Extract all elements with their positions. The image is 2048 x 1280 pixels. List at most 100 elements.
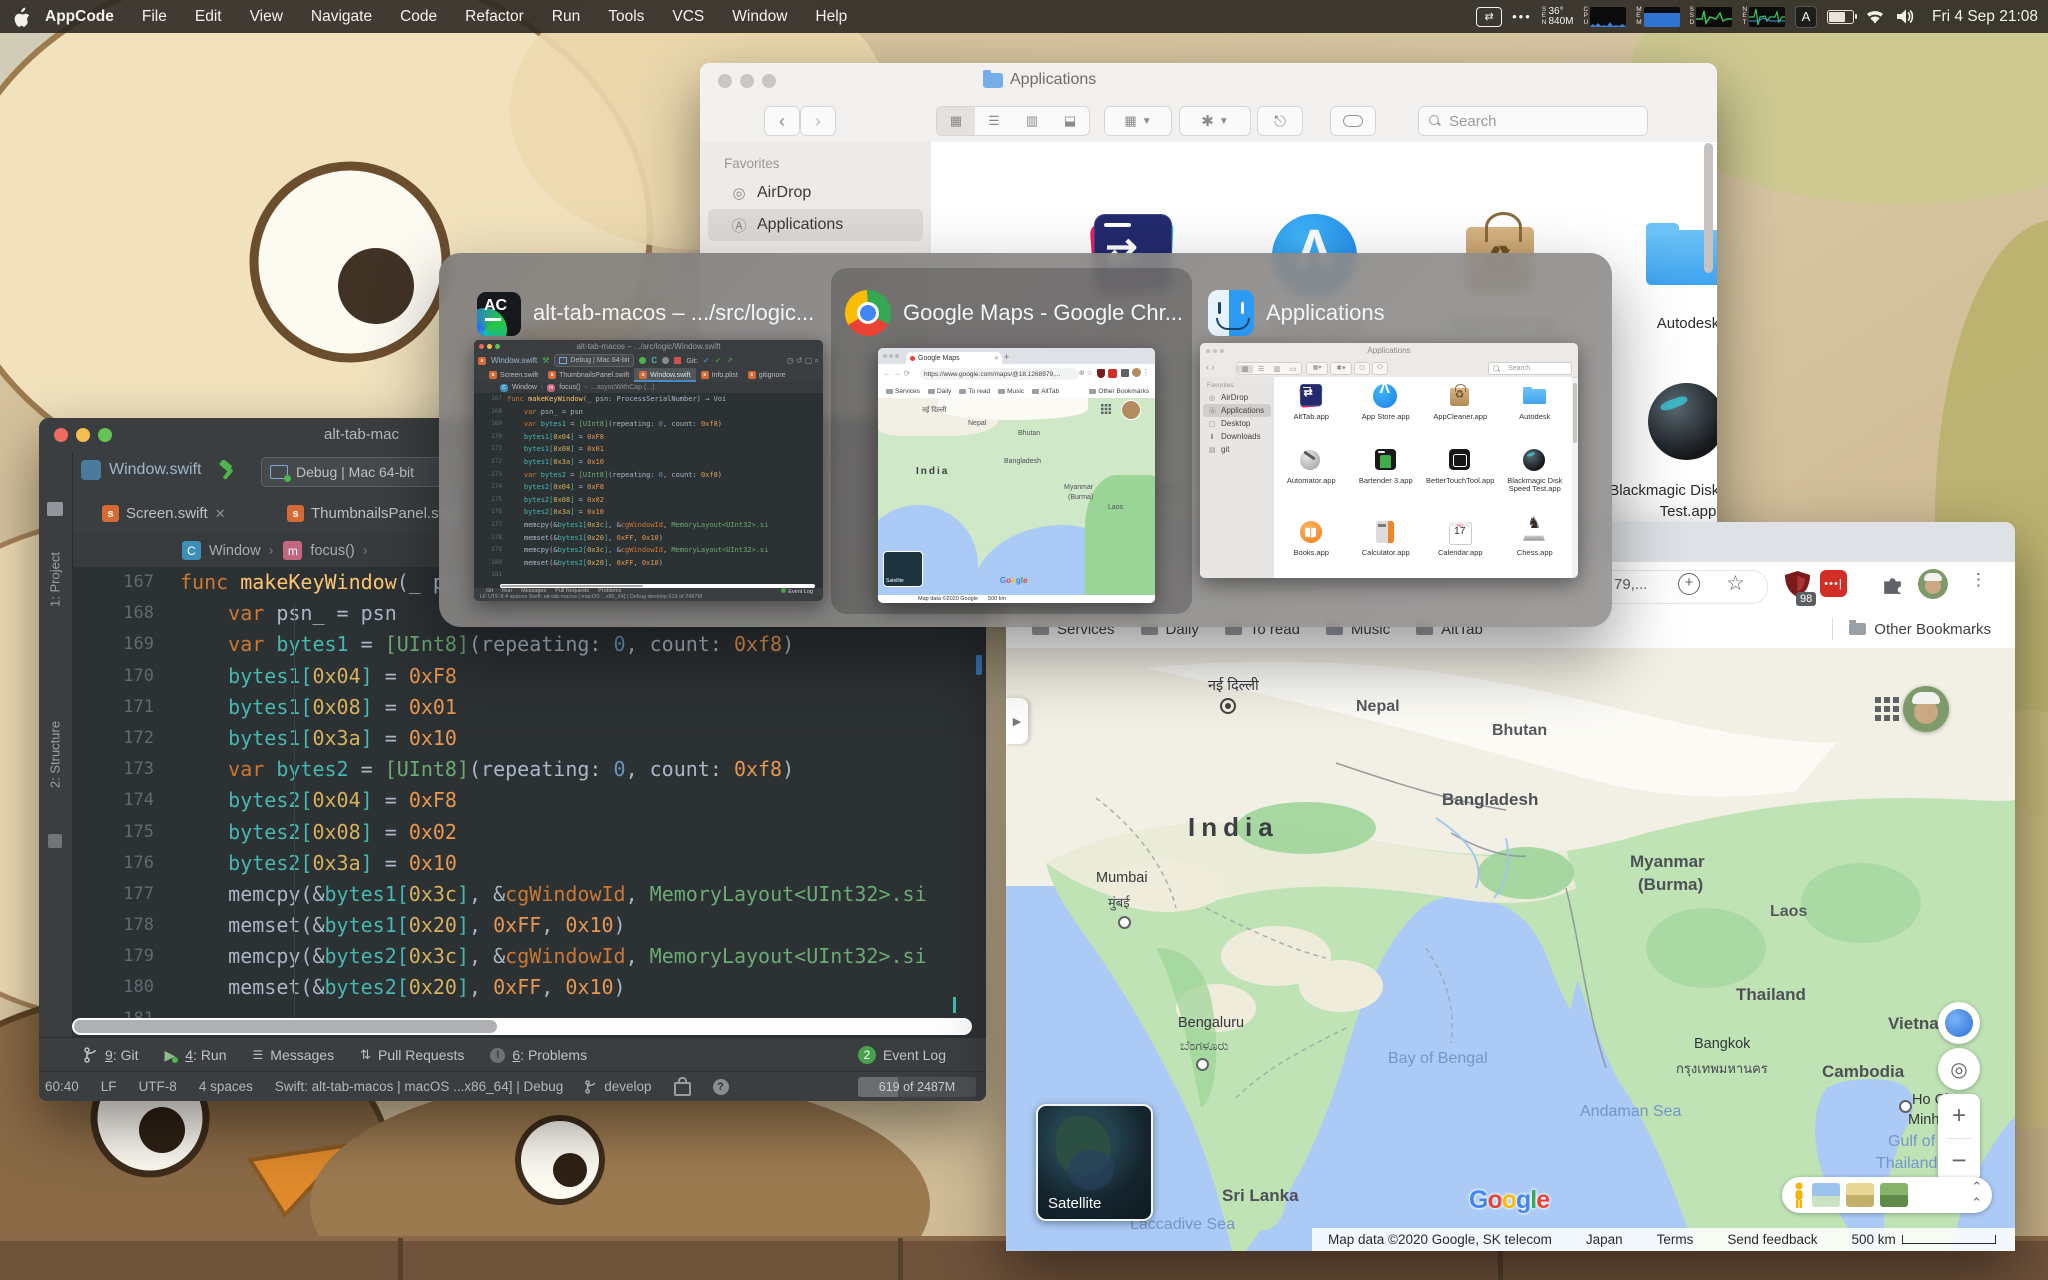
- memory-indicator[interactable]: 619 of 2487M: [858, 1076, 976, 1097]
- finder-app-autodesk[interactable]: Autodesk: [1600, 210, 1717, 334]
- forward-button[interactable]: ›: [800, 106, 836, 136]
- encoding[interactable]: UTF-8: [139, 1079, 177, 1094]
- mini-bookmark-To read[interactable]: To read: [959, 388, 990, 395]
- caret-position[interactable]: 60:40: [45, 1079, 79, 1094]
- action-button[interactable]: ✱ ▼: [1179, 106, 1251, 136]
- mini-app-autodesk[interactable]: Autodesk: [1498, 383, 1573, 441]
- tab-screen-swift[interactable]: s Screen.swift ✕: [92, 494, 236, 533]
- istat-memory[interactable]: MEM: [1636, 6, 1680, 27]
- extensions-puzzle-icon[interactable]: [1880, 571, 1905, 596]
- mini-tab-Window.swift[interactable]: s Window.swift: [634, 368, 696, 382]
- mini-bookmark-AltTab[interactable]: AltTab: [1032, 388, 1059, 395]
- mini-tab-gitignore[interactable]: s gitignore: [743, 368, 791, 382]
- finder-titlebar[interactable]: Applications: [700, 63, 1717, 101]
- share-button[interactable]: ⎋: [1257, 106, 1303, 136]
- minimize-button[interactable]: [76, 428, 90, 442]
- imagery-thumb[interactable]: [1812, 1183, 1840, 1207]
- menu-item-view[interactable]: View: [236, 8, 297, 26]
- problems-toolwindow-button[interactable]: ! 6: Problems: [490, 1047, 587, 1063]
- mini-app-bartender-3-app[interactable]: Bartender 3.app: [1349, 447, 1424, 514]
- group-button[interactable]: ▦ ▼: [1104, 106, 1172, 136]
- inspections-icon[interactable]: ?: [712, 1078, 729, 1095]
- mini-sidebar-git[interactable]: ▤ git: [1203, 443, 1271, 456]
- git-branch-widget[interactable]: develop: [585, 1079, 652, 1094]
- mini-app-bettertouchtool-app[interactable]: BetterTouchTool.app: [1423, 447, 1498, 514]
- bookmark-star-icon[interactable]: ☆: [1726, 571, 1745, 596]
- lastpass-extension-icon[interactable]: •••|: [1820, 570, 1847, 597]
- side-panel-expand-button[interactable]: ▶: [1006, 698, 1028, 744]
- input-source-menu[interactable]: A: [1795, 5, 1818, 28]
- mini-sidebar-Downloads[interactable]: ⬇ Downloads: [1203, 430, 1271, 443]
- link-feedback[interactable]: Send feedback: [1727, 1232, 1817, 1247]
- zoom-in-button[interactable]: +: [1938, 1094, 1980, 1138]
- appcode-thumbnail[interactable]: alt-tab-macos – .../src/logic/Window.swi…: [474, 340, 823, 601]
- menu-item-navigate[interactable]: Navigate: [297, 8, 386, 26]
- finder-app-blackmagic-disk-speed-test-app[interactable]: Blackmagic Disk Speed Test.app: [1600, 377, 1717, 522]
- map-profile-avatar[interactable]: [1903, 686, 1949, 732]
- tags-button[interactable]: [1330, 106, 1376, 136]
- mini-bookmark-Music[interactable]: Music: [998, 388, 1024, 395]
- sdk-info[interactable]: Swift: alt-tab-macos | macOS ...x86_64] …: [275, 1079, 563, 1094]
- menu-item-window[interactable]: Window: [718, 8, 801, 26]
- apple-menu-icon[interactable]: [14, 7, 31, 27]
- pegman-icon[interactable]: [1792, 1182, 1806, 1208]
- mini-app-app-store-app[interactable]: Λ App Store.app: [1349, 381, 1424, 441]
- column-view-icon[interactable]: ▥: [1013, 113, 1051, 129]
- icon-view-icon[interactable]: ▦: [937, 107, 975, 135]
- explore-globe-button[interactable]: [1938, 1002, 1980, 1044]
- stripe-project[interactable]: 1: Project: [48, 532, 63, 628]
- chrome-menu-icon[interactable]: ⋮: [1970, 570, 1987, 590]
- sidebar-item-airdrop[interactable]: ◎ AirDrop: [708, 177, 923, 209]
- zoom-icon[interactable]: +: [1678, 573, 1700, 595]
- mini-tab-Info.plist[interactable]: s Info.plist: [696, 368, 743, 382]
- menu-item-code[interactable]: Code: [386, 8, 451, 26]
- scrollbar[interactable]: [1704, 143, 1713, 273]
- line-separator[interactable]: LF: [101, 1079, 117, 1094]
- zoom-button[interactable]: [98, 428, 112, 442]
- mini-app-appcleaner-app[interactable]: ♻ AppCleaner.app: [1423, 383, 1498, 441]
- volume-icon[interactable]: [1896, 8, 1916, 25]
- menu-item-tools[interactable]: Tools: [594, 8, 658, 26]
- git-toolwindow-button[interactable]: 9: Git: [84, 1047, 138, 1063]
- mini-tab-ThumbnailsPanel.swift[interactable]: s ThumbnailsPanel.swift: [543, 368, 634, 382]
- stripe-structure[interactable]: 2: Structure: [48, 707, 63, 803]
- mini-other-bookmarks[interactable]: Other Bookmarks: [1089, 388, 1149, 395]
- profile-avatar[interactable]: [1918, 569, 1948, 599]
- my-location-button[interactable]: ◎: [1938, 1048, 1980, 1090]
- mini-app-books-app[interactable]: Books.app: [1274, 520, 1349, 578]
- mini-app-automator-app[interactable]: Automator.app: [1274, 447, 1349, 514]
- satellite-toggle[interactable]: Satellite: [1036, 1104, 1153, 1221]
- menu-item-edit[interactable]: Edit: [181, 8, 236, 26]
- event-log-button[interactable]: 2 Event Log: [857, 1046, 946, 1064]
- mini-bookmark-Services[interactable]: Services: [886, 388, 920, 395]
- imagery-thumb[interactable]: [1880, 1183, 1908, 1207]
- url-text[interactable]: 79,...: [1614, 576, 1647, 593]
- mini-app-chess-app[interactable]: ♞ Chess.app: [1498, 516, 1573, 578]
- menu-item-help[interactable]: Help: [801, 8, 861, 26]
- menu-app-name[interactable]: AppCode: [31, 8, 128, 26]
- gallery-view-icon[interactable]: ⬓: [1051, 113, 1089, 129]
- breadcrumb-item[interactable]: focus(): [310, 543, 354, 559]
- thumbnail-title[interactable]: Google Maps - Google Chr...: [903, 300, 1183, 326]
- pull-requests-toolwindow-button[interactable]: ⇅ Pull Requests: [360, 1047, 464, 1063]
- mini-sidebar-Desktop[interactable]: ▢ Desktop: [1203, 417, 1271, 430]
- close-tab-icon[interactable]: ✕: [215, 506, 226, 522]
- collapse-chevron-icon[interactable]: ⌃ ⌃: [1971, 1179, 1982, 1211]
- zoom-button[interactable]: [762, 74, 776, 88]
- mini-bookmark-Daily[interactable]: Daily: [927, 388, 951, 395]
- close-button[interactable]: [718, 74, 732, 88]
- indent-style[interactable]: 4 spaces: [199, 1079, 253, 1094]
- code-editor[interactable]: 167func makeKeyWindow(_ psn: ProcessSeri…: [72, 567, 986, 1038]
- horizontal-scrollbar[interactable]: [72, 1018, 972, 1035]
- lock-icon[interactable]: [673, 1076, 691, 1096]
- mini-app-calendar-app[interactable]: 17 FRI Calendar.app: [1423, 520, 1498, 578]
- istat-network[interactable]: NET: [1742, 6, 1786, 27]
- mini-sidebar-AirDrop[interactable]: ◎ AirDrop: [1203, 391, 1271, 404]
- link-terms[interactable]: Terms: [1657, 1232, 1694, 1247]
- zoom-out-button[interactable]: −: [1938, 1139, 1980, 1182]
- other-bookmarks-folder[interactable]: Other Bookmarks: [1849, 620, 1991, 638]
- list-view-icon[interactable]: ☰: [975, 113, 1013, 129]
- search-input[interactable]: Search: [1418, 106, 1648, 136]
- google-apps-grid-icon[interactable]: [1875, 697, 1899, 721]
- istat-cpu[interactable]: CPU: [1583, 6, 1627, 27]
